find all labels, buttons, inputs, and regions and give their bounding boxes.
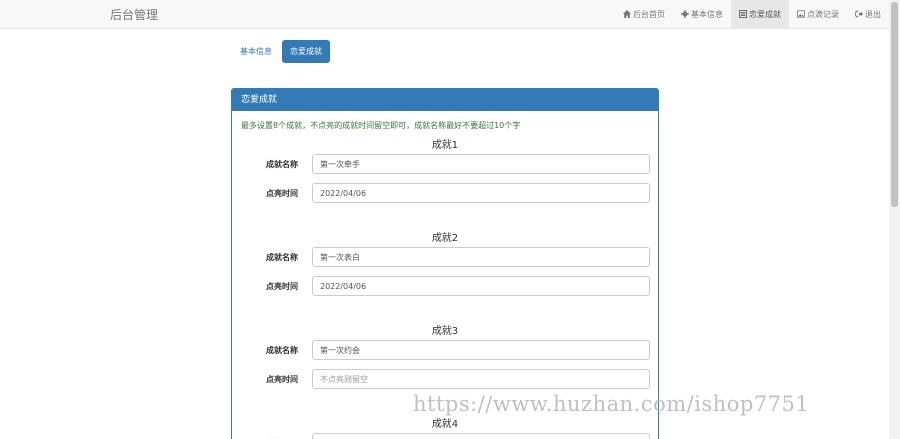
achievement-1-name-label: 成就名称 [266, 160, 298, 169]
achievement-3-time-input[interactable] [312, 369, 650, 389]
list-icon [739, 10, 747, 18]
achievement-3-name-label: 成就名称 [266, 346, 298, 355]
achievement-4-name-input[interactable] [312, 433, 650, 439]
achievements-panel: 恋爱成就 最多设置8个成就，不点亮的成就时间留空即可，成就名称最好不要超过10个… [231, 88, 659, 439]
achievement-1-time-label: 点亮时间 [266, 189, 298, 198]
scrollbar-thumb[interactable] [891, 2, 898, 207]
nav-item-logout[interactable]: 退出 [847, 0, 889, 28]
hint-text: 最多设置8个成就，不点亮的成就时间留空即可，成就名称最好不要超过10个字 [241, 121, 521, 130]
brand-title[interactable]: 后台管理 [110, 6, 158, 23]
achievement-2-time-label: 点亮时间 [266, 282, 298, 291]
panel-title: 恋爱成就 [232, 89, 658, 111]
achievement-3-title: 成就3 [431, 326, 459, 337]
achievement-2-time-input[interactable] [312, 276, 650, 296]
achievement-2-title: 成就2 [431, 233, 459, 244]
nav-item-basic[interactable]: 基本信息 [673, 0, 731, 28]
achievement-1-name-input[interactable] [312, 154, 650, 174]
nav-item-log[interactable]: 点滴记录 [789, 0, 847, 28]
logout-icon [855, 10, 863, 18]
achievement-1-time-input[interactable] [312, 183, 650, 203]
picture-icon [797, 10, 805, 18]
tab-love-achievements[interactable]: 恋爱成就 [282, 40, 330, 63]
achievement-3-name-input[interactable] [312, 340, 650, 360]
achievement-2-name-label: 成就名称 [266, 253, 298, 262]
achievement-4-title: 成就4 [431, 419, 459, 430]
home-icon [623, 10, 631, 18]
top-navbar: 后台管理 后台首页 基本信息 恋爱成就 点滴记录 退出 [0, 0, 900, 29]
page-scrollbar[interactable] [889, 0, 900, 439]
tab-bar: 基本信息 恋爱成就 [232, 40, 332, 63]
achievement-1-title: 成就1 [431, 140, 459, 151]
nav-item-logout-label: 退出 [865, 9, 881, 19]
nav-item-home[interactable]: 后台首页 [615, 0, 673, 28]
achievement-2-name-input[interactable] [312, 247, 650, 267]
nav-item-log-label: 点滴记录 [807, 9, 839, 19]
nav-item-home-label: 后台首页 [633, 9, 665, 19]
nav-item-love-label: 恋爱成就 [749, 9, 781, 19]
nav-item-basic-label: 基本信息 [691, 9, 723, 19]
nav-item-love[interactable]: 恋爱成就 [731, 0, 789, 28]
achievement-3-time-label: 点亮时间 [266, 375, 298, 384]
gear-icon [681, 10, 689, 18]
tab-basic-info[interactable]: 基本信息 [232, 40, 280, 63]
watermark: https://www.huzhan.com/ishop7751 [413, 392, 810, 416]
nav-menu: 后台首页 基本信息 恋爱成就 点滴记录 退出 [615, 0, 889, 28]
